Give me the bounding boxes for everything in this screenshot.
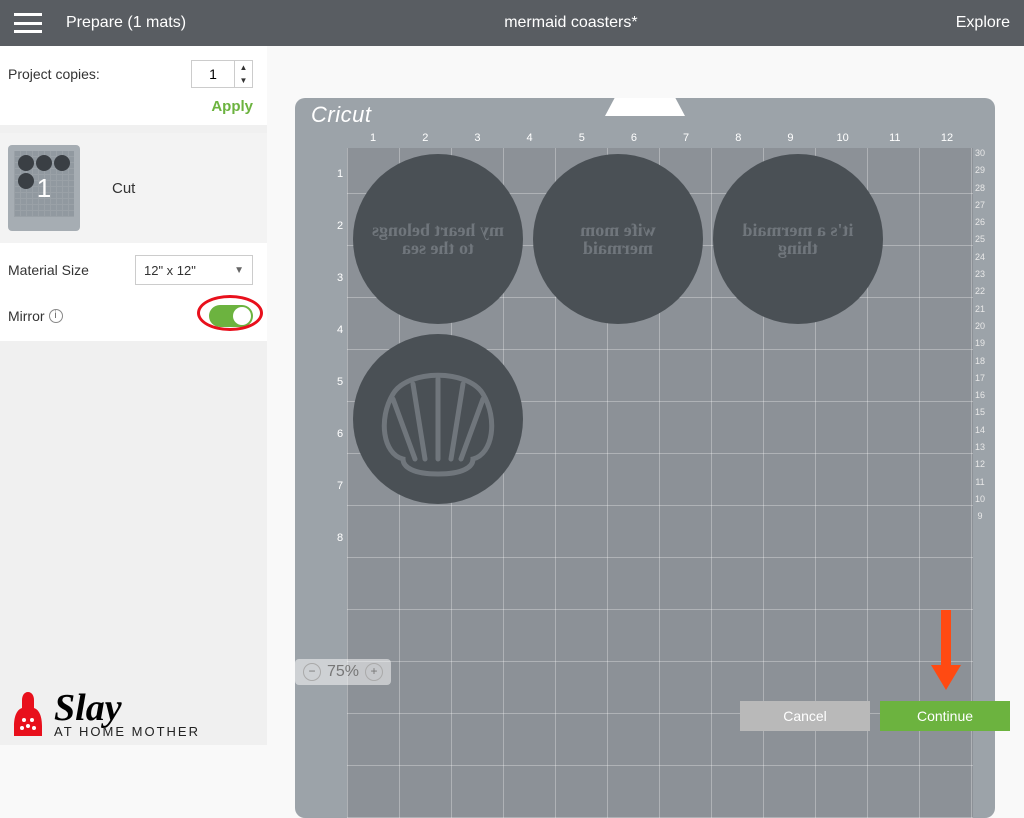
project-title: mermaid coasters* bbox=[186, 14, 956, 32]
mat-thumbnail: 1 bbox=[8, 145, 80, 231]
material-size-label: Material Size bbox=[8, 262, 89, 278]
brand-logo: Cricut bbox=[311, 102, 371, 128]
copies-stepper[interactable]: ▲ ▼ bbox=[191, 60, 253, 88]
copies-down-icon[interactable]: ▼ bbox=[235, 74, 252, 87]
info-icon[interactable]: i bbox=[49, 309, 63, 323]
mirror-label: Mirror bbox=[8, 308, 45, 324]
coaster-design[interactable]: it's a mermaid thing bbox=[713, 154, 883, 324]
canvas-area: Cricut 123456789101112 12345678 30292827… bbox=[267, 46, 1024, 745]
project-copies-label: Project copies: bbox=[8, 66, 100, 82]
explore-link[interactable]: Explore bbox=[956, 14, 1010, 32]
copies-up-icon[interactable]: ▲ bbox=[235, 61, 252, 74]
copies-input[interactable] bbox=[192, 61, 234, 87]
zoom-value: 75% bbox=[327, 663, 359, 681]
material-size-select[interactable]: 12" x 12" ▼ bbox=[135, 255, 253, 285]
zoom-in-button[interactable]: + bbox=[365, 663, 383, 681]
ruler-top: 123456789101112 bbox=[347, 132, 973, 148]
ruler-right: 3029282726252423222120191817161514131211… bbox=[973, 148, 987, 529]
divider bbox=[0, 125, 267, 133]
shell-icon bbox=[373, 359, 503, 479]
mat-list-item[interactable]: 1 Cut bbox=[0, 133, 267, 243]
material-size-value: 12" x 12" bbox=[144, 263, 196, 278]
ruler-left: 12345678 bbox=[333, 148, 347, 564]
menu-icon[interactable] bbox=[14, 13, 42, 33]
sidebar: Project copies: ▲ ▼ Apply 1 Cut bbox=[0, 46, 267, 745]
apply-button[interactable]: Apply bbox=[211, 98, 253, 115]
mat-hang-tab bbox=[605, 98, 685, 116]
caret-down-icon: ▼ bbox=[234, 265, 244, 276]
prepare-label: Prepare (1 mats) bbox=[66, 14, 186, 32]
mirror-toggle[interactable] bbox=[209, 305, 253, 327]
mat-mode-label: Cut bbox=[112, 180, 135, 197]
coaster-design[interactable]: my heart belongs to the sea bbox=[353, 154, 523, 324]
coaster-design[interactable]: wife mom mermaid bbox=[533, 154, 703, 324]
continue-button[interactable]: Continue bbox=[880, 701, 1010, 731]
zoom-control: − 75% + bbox=[295, 659, 391, 685]
cancel-button[interactable]: Cancel bbox=[740, 701, 870, 731]
zoom-out-button[interactable]: − bbox=[303, 663, 321, 681]
top-bar: Prepare (1 mats) mermaid coasters* Explo… bbox=[0, 0, 1024, 46]
coaster-design[interactable] bbox=[353, 334, 523, 504]
